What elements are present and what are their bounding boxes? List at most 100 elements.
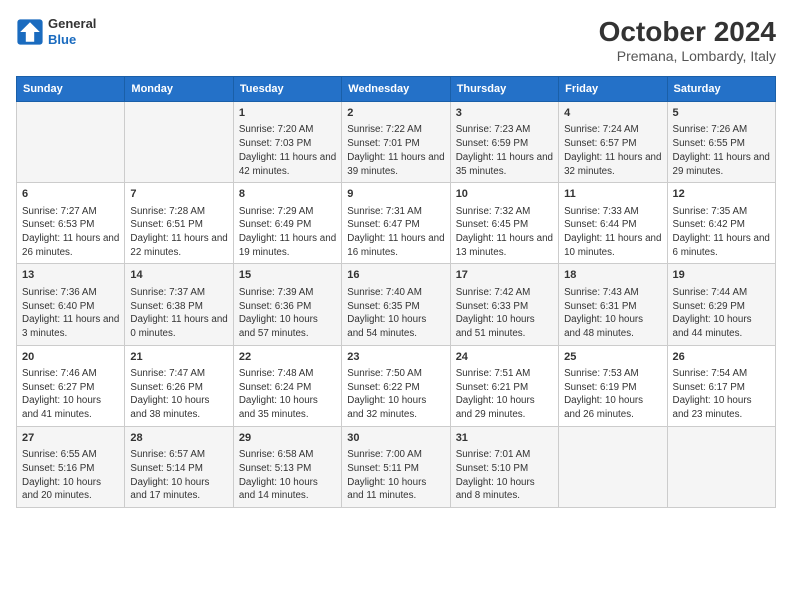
day-number: 23 [347, 350, 444, 365]
day-of-week-header: Monday [125, 77, 233, 102]
day-info: Sunrise: 7:31 AMSunset: 6:47 PMDaylight:… [347, 205, 444, 260]
calendar-day-cell: 18 Sunrise: 7:43 AMSunset: 6:31 PMDayligh… [559, 264, 667, 345]
day-number: 17 [456, 268, 553, 283]
logo-line2: Blue [48, 32, 96, 48]
day-number: 14 [130, 268, 227, 283]
day-info: Sunrise: 7:42 AMSunset: 6:33 PMDaylight:… [456, 286, 553, 341]
day-info: Sunrise: 7:39 AMSunset: 6:36 PMDaylight:… [239, 286, 336, 341]
day-number: 27 [22, 431, 119, 446]
calendar-day-cell [667, 426, 775, 507]
calendar-day-cell: 26Sunrise: 7:54 AMSunset: 6:17 PMDayligh… [667, 345, 775, 426]
day-number: 12 [673, 187, 770, 202]
calendar-subtitle: Premana, Lombardy, Italy [599, 48, 776, 64]
day-number: 3 [456, 106, 553, 121]
calendar-week-row: 20 Sunrise: 7:46 AMSunset: 6:27 PMDayligh… [17, 345, 776, 426]
calendar-week-row: 1 Sunrise: 7:20 AMSunset: 7:03 PMDaylight… [17, 102, 776, 183]
day-number: 8 [239, 187, 336, 202]
day-info: Sunrise: 7:23 AMSunset: 6:59 PMDaylight:… [456, 123, 553, 178]
day-of-week-header: Thursday [450, 77, 558, 102]
calendar-header-row: SundayMondayTuesdayWednesdayThursdayFrid… [17, 77, 776, 102]
day-info: Sunrise: 7:40 AMSunset: 6:35 PMDaylight:… [347, 286, 444, 341]
day-number: 2 [347, 106, 444, 121]
day-info: Sunrise: 7:37 AMSunset: 6:38 PMDaylight:… [130, 286, 227, 341]
day-info: Sunrise: 7:24 AMSunset: 6:57 PMDaylight:… [564, 123, 661, 178]
calendar-day-cell: 22Sunrise: 7:48 AMSunset: 6:24 PMDayligh… [233, 345, 341, 426]
logo-line1: General [48, 16, 96, 32]
day-number: 9 [347, 187, 444, 202]
calendar-day-cell: 7 Sunrise: 7:28 AMSunset: 6:51 PMDaylight… [125, 183, 233, 264]
calendar-day-cell: 23Sunrise: 7:50 AMSunset: 6:22 PMDayligh… [342, 345, 450, 426]
day-number: 4 [564, 106, 661, 121]
day-info: Sunrise: 7:46 AMSunset: 6:27 PMDaylight:… [22, 367, 119, 422]
day-number: 5 [673, 106, 770, 121]
day-number: 16 [347, 268, 444, 283]
calendar-week-row: 6Sunrise: 7:27 AMSunset: 6:53 PMDaylight… [17, 183, 776, 264]
day-info: Sunrise: 6:55 AMSunset: 5:16 PMDaylight:… [22, 448, 119, 503]
calendar-day-cell: 20 Sunrise: 7:46 AMSunset: 6:27 PMDayligh… [17, 345, 125, 426]
day-number: 25 [564, 350, 661, 365]
day-number: 24 [456, 350, 553, 365]
calendar-day-cell: 8 Sunrise: 7:29 AMSunset: 6:49 PMDaylight… [233, 183, 341, 264]
calendar-day-cell: 1 Sunrise: 7:20 AMSunset: 7:03 PMDaylight… [233, 102, 341, 183]
day-number: 6 [22, 187, 119, 202]
calendar-day-cell: 15 Sunrise: 7:39 AMSunset: 6:36 PMDayligh… [233, 264, 341, 345]
calendar-day-cell [125, 102, 233, 183]
day-number: 13 [22, 268, 119, 283]
day-number: 28 [130, 431, 227, 446]
calendar-day-cell: 29 Sunrise: 6:58 AMSunset: 5:13 PMDayligh… [233, 426, 341, 507]
day-info: Sunrise: 7:51 AMSunset: 6:21 PMDaylight:… [456, 367, 553, 422]
day-of-week-header: Saturday [667, 77, 775, 102]
calendar-day-cell: 12Sunrise: 7:35 AMSunset: 6:42 PMDayligh… [667, 183, 775, 264]
calendar-day-cell: 2 Sunrise: 7:22 AMSunset: 7:01 PMDaylight… [342, 102, 450, 183]
day-number: 1 [239, 106, 336, 121]
calendar-day-cell: 21 Sunrise: 7:47 AMSunset: 6:26 PMDayligh… [125, 345, 233, 426]
calendar-week-row: 27 Sunrise: 6:55 AMSunset: 5:16 PMDayligh… [17, 426, 776, 507]
calendar-day-cell: 9 Sunrise: 7:31 AMSunset: 6:47 PMDaylight… [342, 183, 450, 264]
day-info: Sunrise: 7:28 AMSunset: 6:51 PMDaylight:… [130, 205, 227, 260]
logo: General Blue [16, 16, 96, 47]
day-info: Sunrise: 6:58 AMSunset: 5:13 PMDaylight:… [239, 448, 336, 503]
day-number: 22 [239, 350, 336, 365]
calendar-day-cell: 6Sunrise: 7:27 AMSunset: 6:53 PMDaylight… [17, 183, 125, 264]
calendar-day-cell: 3 Sunrise: 7:23 AMSunset: 6:59 PMDaylight… [450, 102, 558, 183]
calendar-day-cell: 24 Sunrise: 7:51 AMSunset: 6:21 PMDayligh… [450, 345, 558, 426]
day-number: 11 [564, 187, 661, 202]
calendar-day-cell: 25Sunrise: 7:53 AMSunset: 6:19 PMDayligh… [559, 345, 667, 426]
calendar-day-cell: 19Sunrise: 7:44 AMSunset: 6:29 PMDayligh… [667, 264, 775, 345]
calendar-day-cell [559, 426, 667, 507]
calendar-day-cell: 30 Sunrise: 7:00 AMSunset: 5:11 PMDayligh… [342, 426, 450, 507]
day-info: Sunrise: 7:47 AMSunset: 6:26 PMDaylight:… [130, 367, 227, 422]
calendar-day-cell: 28 Sunrise: 6:57 AMSunset: 5:14 PMDayligh… [125, 426, 233, 507]
calendar-title: October 2024 [599, 16, 776, 48]
day-of-week-header: Wednesday [342, 77, 450, 102]
day-of-week-header: Tuesday [233, 77, 341, 102]
day-number: 21 [130, 350, 227, 365]
logo-text: General Blue [48, 16, 96, 47]
day-number: 10 [456, 187, 553, 202]
day-of-week-header: Sunday [17, 77, 125, 102]
day-info: Sunrise: 7:20 AMSunset: 7:03 PMDaylight:… [239, 123, 336, 178]
calendar-table: SundayMondayTuesdayWednesdayThursdayFrid… [16, 76, 776, 508]
day-info: Sunrise: 7:22 AMSunset: 7:01 PMDaylight:… [347, 123, 444, 178]
calendar-week-row: 13Sunrise: 7:36 AMSunset: 6:40 PMDayligh… [17, 264, 776, 345]
calendar-day-cell: 14 Sunrise: 7:37 AMSunset: 6:38 PMDayligh… [125, 264, 233, 345]
day-info: Sunrise: 7:00 AMSunset: 5:11 PMDaylight:… [347, 448, 444, 503]
day-number: 15 [239, 268, 336, 283]
day-info: Sunrise: 7:29 AMSunset: 6:49 PMDaylight:… [239, 205, 336, 260]
day-info: Sunrise: 7:32 AMSunset: 6:45 PMDaylight:… [456, 205, 553, 260]
calendar-day-cell: 4 Sunrise: 7:24 AMSunset: 6:57 PMDaylight… [559, 102, 667, 183]
day-number: 18 [564, 268, 661, 283]
day-number: 20 [22, 350, 119, 365]
day-info: Sunrise: 7:44 AMSunset: 6:29 PMDaylight:… [673, 286, 770, 341]
day-info: Sunrise: 6:57 AMSunset: 5:14 PMDaylight:… [130, 448, 227, 503]
day-info: Sunrise: 7:26 AMSunset: 6:55 PMDaylight:… [673, 123, 770, 178]
day-number: 30 [347, 431, 444, 446]
day-number: 7 [130, 187, 227, 202]
day-info: Sunrise: 7:43 AMSunset: 6:31 PMDaylight:… [564, 286, 661, 341]
calendar-day-cell: 13Sunrise: 7:36 AMSunset: 6:40 PMDayligh… [17, 264, 125, 345]
calendar-day-cell: 31Sunrise: 7:01 AMSunset: 5:10 PMDayligh… [450, 426, 558, 507]
day-number: 29 [239, 431, 336, 446]
day-of-week-header: Friday [559, 77, 667, 102]
day-info: Sunrise: 7:54 AMSunset: 6:17 PMDaylight:… [673, 367, 770, 422]
calendar-day-cell: 27 Sunrise: 6:55 AMSunset: 5:16 PMDayligh… [17, 426, 125, 507]
